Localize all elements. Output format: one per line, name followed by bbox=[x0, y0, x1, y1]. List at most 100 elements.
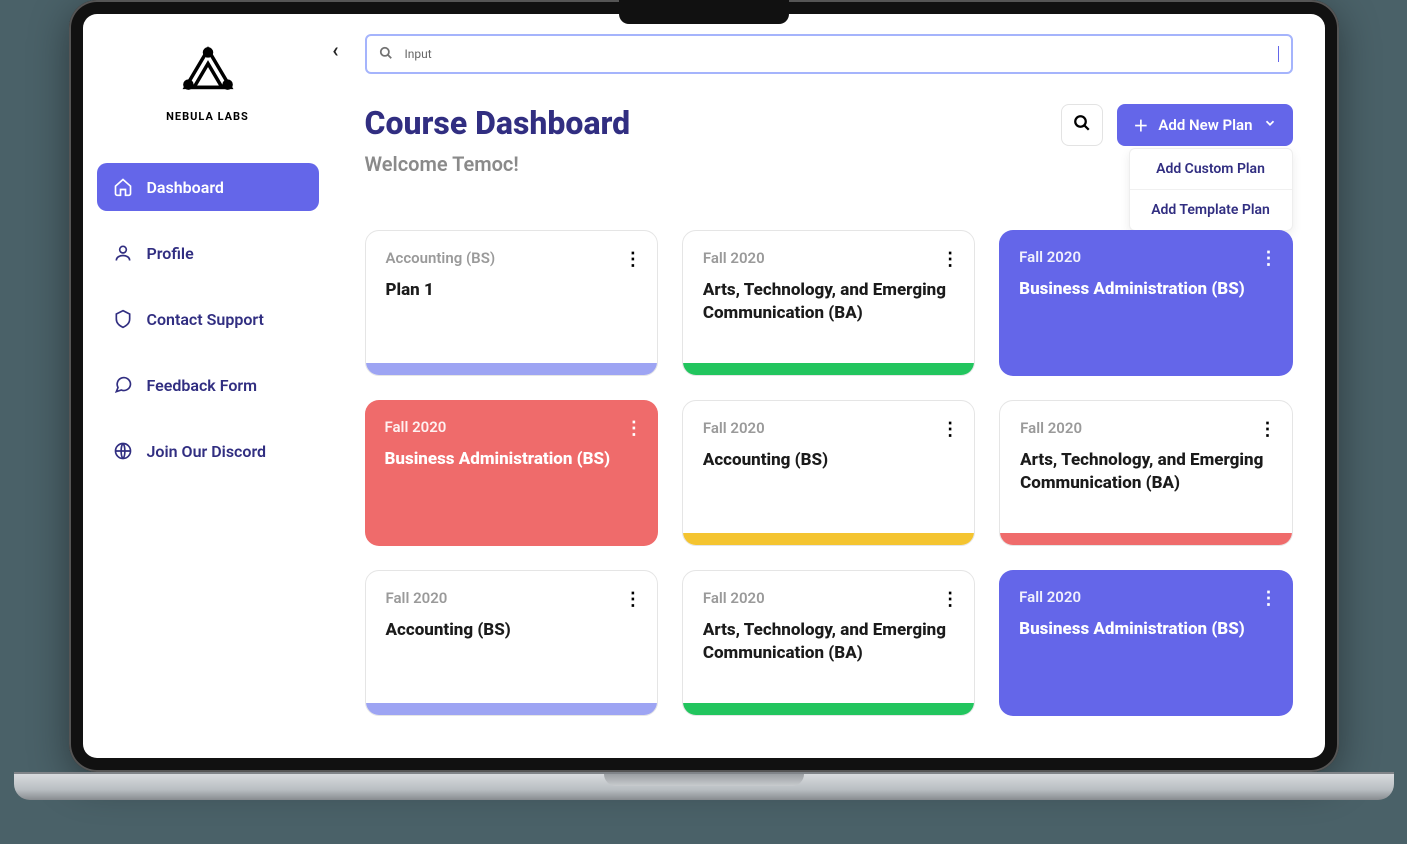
search-input[interactable] bbox=[365, 34, 1293, 74]
welcome-text: Welcome Temoc! bbox=[365, 152, 631, 176]
plan-card-menu-button[interactable]: ⋮ bbox=[941, 249, 958, 270]
plan-card-title: Arts, Technology, and Emerging Communica… bbox=[703, 619, 954, 665]
add-plan-dropdown: Add Custom Plan Add Template Plan bbox=[1129, 148, 1293, 231]
brand-logo-icon bbox=[173, 42, 243, 106]
more-vertical-icon: ⋮ bbox=[941, 419, 958, 440]
more-vertical-icon: ⋮ bbox=[941, 589, 958, 610]
plan-card-menu-button[interactable]: ⋮ bbox=[1260, 248, 1277, 269]
header-actions: ＋ Add New Plan Add Custom Plan Add Templ… bbox=[1061, 104, 1292, 146]
dropdown-add-custom-plan[interactable]: Add Custom Plan bbox=[1130, 149, 1292, 189]
plan-card-title: Business Administration (BS) bbox=[385, 448, 638, 471]
add-plan-wrapper: ＋ Add New Plan Add Custom Plan Add Templ… bbox=[1117, 104, 1292, 146]
plan-card-body: Fall 2020Business Administration (BS) bbox=[999, 230, 1292, 376]
plan-card-color-strip bbox=[683, 533, 974, 545]
plan-card-semester: Accounting (BS) bbox=[386, 249, 637, 267]
app-viewport: ‹ NEBULA LABS bbox=[83, 14, 1325, 758]
plan-card-body: Fall 2020 Business Administration (BS) bbox=[365, 400, 658, 546]
plan-card[interactable]: Fall 2020 Arts, Technology, and Emerging … bbox=[682, 230, 975, 376]
plan-card[interactable]: Fall 2020Arts, Technology, and Emerging … bbox=[682, 570, 975, 716]
plan-card-body: Fall 2020Accounting (BS) bbox=[683, 401, 974, 533]
sidebar-item-label: Feedback Form bbox=[147, 376, 258, 395]
main-content: Course Dashboard Welcome Temoc! ＋ bbox=[333, 14, 1325, 758]
plan-card-title: Arts, Technology, and Emerging Communica… bbox=[1020, 449, 1271, 495]
sidebar-item-label: Profile bbox=[147, 244, 194, 263]
plan-card-color-strip bbox=[1000, 533, 1291, 545]
plans-grid: Accounting (BS)Plan 1⋮Fall 2020Arts, Tec… bbox=[365, 230, 1293, 716]
shield-icon bbox=[113, 309, 133, 329]
more-vertical-icon: ⋮ bbox=[1260, 588, 1277, 609]
globe-icon bbox=[113, 441, 133, 461]
plan-card-semester: Fall 2020 bbox=[386, 589, 637, 607]
more-vertical-icon: ⋮ bbox=[1259, 419, 1276, 440]
plan-card-title: Plan 1 bbox=[386, 279, 637, 302]
plan-card[interactable]: Fall 2020Accounting (BS)⋮ bbox=[682, 400, 975, 546]
search-icon bbox=[1073, 114, 1091, 136]
home-icon bbox=[113, 177, 133, 197]
page-header: Course Dashboard Welcome Temoc! ＋ bbox=[365, 104, 1293, 176]
plan-card-menu-button[interactable]: ⋮ bbox=[625, 418, 642, 439]
sidebar-item-label: Contact Support bbox=[147, 310, 264, 329]
plan-card-semester: Fall 2020 bbox=[1019, 588, 1272, 606]
user-icon bbox=[113, 243, 133, 263]
laptop-base bbox=[14, 772, 1394, 800]
plan-card[interactable]: Accounting (BS) Plan 1 ⋮ bbox=[365, 230, 658, 376]
plan-card-body: Fall 2020 Arts, Technology, and Emerging … bbox=[683, 231, 974, 363]
plan-card-body: Fall 2020Arts, Technology, and Emerging … bbox=[683, 571, 974, 703]
sidebar-item-feedback-form[interactable]: Feedback Form bbox=[97, 361, 319, 409]
screen-bezel: ‹ NEBULA LABS bbox=[69, 0, 1339, 772]
sidebar-item-dashboard[interactable]: Dashboard bbox=[97, 163, 319, 211]
plan-card-title: Accounting (BS) bbox=[386, 619, 637, 642]
plan-card-semester: Fall 2020 bbox=[385, 418, 638, 436]
header-search-button[interactable] bbox=[1061, 104, 1103, 146]
page-header-text: Course Dashboard Welcome Temoc! bbox=[365, 104, 631, 176]
search-icon bbox=[379, 45, 393, 64]
more-vertical-icon: ⋮ bbox=[624, 589, 641, 610]
plan-card-title: Accounting (BS) bbox=[703, 449, 954, 472]
sidebar-item-label: Join Our Discord bbox=[147, 442, 267, 461]
plan-card-body: Accounting (BS) Plan 1 bbox=[366, 231, 657, 363]
brand-name: NEBULA LABS bbox=[166, 110, 249, 123]
plan-card-menu-button[interactable]: ⋮ bbox=[941, 589, 958, 610]
plan-card[interactable]: Fall 2020 Business Administration (BS) ⋮ bbox=[365, 400, 658, 546]
plan-card-color-strip bbox=[683, 363, 974, 375]
chevron-down-icon bbox=[1263, 116, 1277, 134]
more-vertical-icon: ⋮ bbox=[624, 249, 641, 270]
plan-card-menu-button[interactable]: ⋮ bbox=[624, 589, 641, 610]
plan-card-title: Business Administration (BS) bbox=[1019, 278, 1272, 301]
plan-card-title: Business Administration (BS) bbox=[1019, 618, 1272, 641]
more-vertical-icon: ⋮ bbox=[1260, 248, 1277, 269]
plan-card[interactable]: Fall 2020 Accounting (BS) ⋮ bbox=[365, 570, 658, 716]
sidebar-item-profile[interactable]: Profile bbox=[97, 229, 319, 277]
plan-card-color-strip bbox=[683, 703, 974, 715]
sidebar-item-join-discord[interactable]: Join Our Discord bbox=[97, 427, 319, 475]
sidebar-nav: Dashboard Profile Contact Support bbox=[83, 163, 333, 475]
plan-card-menu-button[interactable]: ⋮ bbox=[1260, 588, 1277, 609]
plan-card-menu-button[interactable]: ⋮ bbox=[624, 249, 641, 270]
sidebar-item-label: Dashboard bbox=[147, 178, 224, 197]
plan-card-body: Fall 2020 Business Administration (BS) bbox=[999, 570, 1292, 716]
search-field[interactable] bbox=[403, 46, 1268, 62]
dropdown-add-template-plan[interactable]: Add Template Plan bbox=[1130, 189, 1292, 230]
laptop-frame: ‹ NEBULA LABS bbox=[69, 0, 1339, 800]
plan-card-color-strip bbox=[366, 703, 657, 715]
sidebar-item-contact-support[interactable]: Contact Support bbox=[97, 295, 319, 343]
plan-card-semester: Fall 2020 bbox=[703, 249, 954, 267]
text-cursor bbox=[1278, 46, 1279, 62]
plan-card-body: Fall 2020 Accounting (BS) bbox=[366, 571, 657, 703]
page-title: Course Dashboard bbox=[365, 104, 631, 142]
plan-card-menu-button[interactable]: ⋮ bbox=[941, 419, 958, 440]
plan-card-semester: Fall 2020 bbox=[1020, 419, 1271, 437]
plan-card-menu-button[interactable]: ⋮ bbox=[1259, 419, 1276, 440]
camera-notch bbox=[619, 0, 789, 24]
sidebar-collapse-toggle[interactable]: ‹ bbox=[332, 38, 338, 62]
plan-card-title: Arts, Technology, and Emerging Communica… bbox=[703, 279, 954, 325]
add-plan-label: Add New Plan bbox=[1158, 116, 1252, 134]
add-new-plan-button[interactable]: ＋ Add New Plan bbox=[1117, 104, 1292, 146]
plan-card[interactable]: Fall 2020 Arts, Technology, and Emerging … bbox=[999, 400, 1292, 546]
chat-icon bbox=[113, 375, 133, 395]
more-vertical-icon: ⋮ bbox=[941, 249, 958, 270]
plan-card[interactable]: Fall 2020Business Administration (BS)⋮ bbox=[999, 230, 1292, 376]
sidebar: ‹ NEBULA LABS bbox=[83, 14, 333, 758]
plan-card-body: Fall 2020 Arts, Technology, and Emerging … bbox=[1000, 401, 1291, 533]
plan-card[interactable]: Fall 2020 Business Administration (BS) ⋮ bbox=[999, 570, 1292, 716]
